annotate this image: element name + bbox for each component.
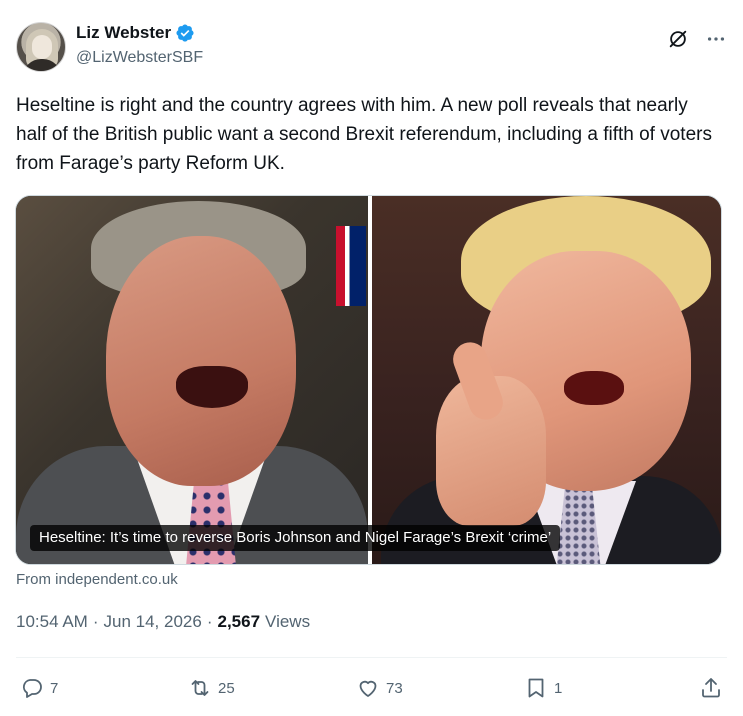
tweet-meta: 10:54 AM · Jun 14, 2026 · 2,567 Views	[16, 612, 310, 632]
left-mouth	[176, 366, 248, 408]
union-flag	[336, 226, 366, 306]
right-mouth	[564, 371, 624, 405]
repost-icon	[191, 680, 209, 696]
left-face	[106, 236, 296, 486]
author-names: Liz Webster @LizWebsterSBF	[76, 22, 203, 67]
bookmark-icon	[528, 678, 544, 698]
tweet-time[interactable]: 10:54 AM	[16, 612, 88, 632]
divider	[16, 657, 727, 658]
meta-separator: ·	[92, 612, 99, 631]
card-source[interactable]: From independent.co.uk	[16, 571, 178, 588]
display-name[interactable]: Liz Webster	[76, 23, 171, 43]
bookmark-count: 1	[554, 679, 563, 697]
views-count: 2,567	[217, 612, 261, 631]
views-label: Views	[265, 612, 311, 631]
verified-badge-icon[interactable]	[175, 23, 195, 43]
display-name-row: Liz Webster	[76, 22, 203, 44]
action-bar: 7 25 73 1	[16, 672, 727, 704]
photo-left	[16, 196, 368, 564]
share-icon	[702, 678, 720, 698]
more-icon[interactable]	[705, 28, 727, 50]
tweet-header: Liz Webster @LizWebsterSBF	[16, 20, 727, 72]
reply-count: 7	[50, 679, 59, 697]
tweet-text: Heseltine is right and the country agree…	[16, 95, 712, 174]
meta-separator-2: ·	[206, 612, 213, 631]
bookmark-button[interactable]: 1	[524, 672, 562, 704]
grok-icon[interactable]	[667, 28, 689, 50]
heart-icon	[359, 680, 377, 697]
like-count: 73	[386, 679, 403, 697]
tweet-date[interactable]: Jun 14, 2026	[104, 612, 202, 632]
like-button[interactable]: 73	[356, 672, 403, 704]
repost-button[interactable]: 25	[188, 672, 235, 704]
card-caption[interactable]: Heseltine: It’s time to reverse Boris Jo…	[30, 525, 561, 551]
share-button[interactable]	[699, 672, 723, 704]
reply-button[interactable]: 7	[20, 672, 58, 704]
avatar[interactable]	[16, 22, 66, 72]
repost-count: 25	[218, 679, 235, 697]
avatar-face	[32, 35, 52, 59]
reply-icon	[22, 679, 42, 698]
link-card-image[interactable]: Heseltine: It’s time to reverse Boris Jo…	[15, 195, 722, 565]
handle[interactable]: @LizWebsterSBF	[76, 49, 203, 67]
